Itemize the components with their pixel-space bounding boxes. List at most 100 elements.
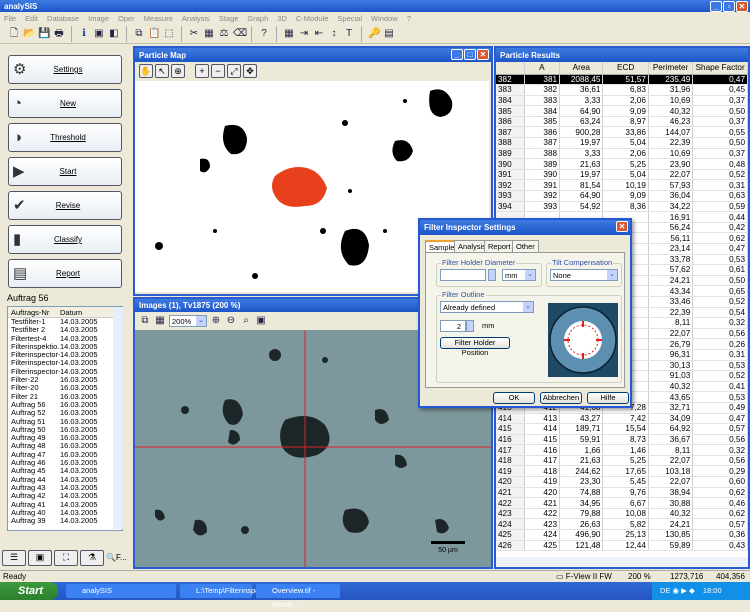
classify-button[interactable]: ▮ Classify: [8, 225, 122, 254]
zoom-fit-icon[interactable]: ⌕: [240, 315, 252, 327]
menu-item-oper[interactable]: Oper: [118, 14, 135, 23]
open-icon[interactable]: 📂: [23, 28, 35, 40]
dialog-close-button[interactable]: ✕: [616, 221, 628, 232]
outline-width-spinner[interactable]: [466, 320, 474, 332]
menu-item-analysis[interactable]: Analysis: [182, 14, 210, 23]
restore-button[interactable]: ▫: [723, 1, 735, 12]
camera-icon[interactable]: ▣: [93, 28, 105, 40]
new-button[interactable]: ◔ New: [8, 89, 122, 118]
start-button[interactable]: Start: [0, 582, 58, 600]
add-icon[interactable]: ⊕: [171, 64, 185, 78]
outline-select[interactable]: Already defined: [440, 301, 534, 313]
table-row[interactable]: 426 425 121,48 12,44 59,89 0,43: [496, 540, 748, 552]
grid-icon[interactable]: ▦: [283, 28, 295, 40]
table-row[interactable]: 423 422 79,88 10,08 40,32 0,62: [496, 508, 748, 520]
column-header-order[interactable]: Auftrags-Nr: [8, 307, 60, 317]
menu-item-database[interactable]: Database: [47, 14, 79, 23]
report-button[interactable]: ▤ Report: [8, 259, 122, 288]
menu-item-special[interactable]: Special: [337, 14, 362, 23]
report-tab-icon[interactable]: ⛶: [54, 550, 78, 566]
help-button[interactable]: Hilfe: [587, 392, 629, 404]
menu-item-edit[interactable]: Edit: [25, 14, 38, 23]
close-button[interactable]: ✕: [477, 49, 489, 60]
eraser-icon[interactable]: ⌫: [233, 28, 247, 40]
table-row[interactable]: 389 388 3,33 2,06 10,69 0,37: [496, 148, 748, 160]
table-row[interactable]: 382 381 2088,45 51,57 235,49 0,47: [496, 74, 748, 86]
zoom-in-icon[interactable]: ⊕: [210, 315, 222, 327]
select-icon[interactable]: ⬚: [163, 28, 175, 40]
paste-icon[interactable]: 📋: [148, 28, 160, 40]
holder-unit-select[interactable]: mm: [502, 269, 536, 281]
table-row[interactable]: 424 423 26,63 5,82 24,21 0,57: [496, 518, 748, 531]
column-header[interactable]: Perimeter: [648, 62, 694, 75]
list-scrollbar[interactable]: [113, 307, 123, 529]
new-file-icon[interactable]: 🗋: [8, 28, 20, 40]
table-row[interactable]: 388 387 19,97 5,04 22,39 0,50: [496, 137, 748, 149]
menu-item-window[interactable]: Window: [371, 14, 398, 23]
align-right-icon[interactable]: ⇤: [313, 28, 325, 40]
cascade-icon[interactable]: ⧉: [139, 315, 151, 327]
minimize-button[interactable]: _: [451, 49, 463, 60]
table-row[interactable]: 420 419 23,30 5,45 22,07 0,60: [496, 476, 748, 488]
menu-item-3d[interactable]: 3D: [277, 14, 287, 23]
holder-diameter-spinner[interactable]: [488, 269, 496, 281]
print-icon[interactable]: 🖶: [53, 28, 65, 40]
filter-holder-position-button[interactable]: Filter Holder Position: [440, 337, 510, 357]
task-analysis[interactable]: analySIS: [66, 584, 176, 598]
menu-item-measure[interactable]: Measure: [144, 14, 173, 23]
pointer-icon[interactable]: ↖: [155, 64, 169, 78]
close-button[interactable]: ✕: [736, 1, 748, 12]
column-header[interactable]: [496, 62, 525, 75]
table-row[interactable]: 384 383 3,33 2,06 10,69 0,37: [496, 95, 748, 107]
copy-icon[interactable]: ⧉: [133, 28, 145, 40]
table-row[interactable]: 387 386 900,28 33,86 144,07 0,55: [496, 126, 748, 139]
align-left-icon[interactable]: ⇥: [298, 28, 310, 40]
maximize-button[interactable]: □: [464, 49, 476, 60]
table-row[interactable]: 394 393 54,92 8,36 34,22 0,59: [496, 201, 748, 213]
list-item[interactable]: Auftrag 39 14.03.2005: [8, 516, 122, 525]
save-icon[interactable]: 💾: [38, 28, 50, 40]
filter-tab-icon[interactable]: ⚗: [80, 550, 104, 566]
info-icon[interactable]: ℹ: [78, 28, 90, 40]
report-tool-icon[interactable]: ▤: [383, 28, 395, 40]
task-overview[interactable]: Overview.tif - Windo...: [256, 584, 340, 609]
image-tab-icon[interactable]: ▣: [28, 550, 52, 566]
table-row[interactable]: 415 414 189,71 15,54 64,92 0,57: [496, 423, 748, 435]
column-header[interactable]: ECD: [602, 62, 649, 75]
table-row[interactable]: 392 391 81,54 10,19 57,93 0,31: [496, 179, 748, 192]
key-icon[interactable]: 🔑: [368, 28, 380, 40]
settings-button[interactable]: ⚙ Settings: [8, 55, 122, 84]
table-row[interactable]: 391 390 19,97 5,04 22,07 0,52: [496, 169, 748, 181]
column-header[interactable]: A: [524, 62, 561, 75]
filter-icon[interactable]: ▦: [203, 28, 215, 40]
live-icon[interactable]: ◧: [108, 28, 120, 40]
table-row[interactable]: 390 389 21,63 5,25 23,90 0,48: [496, 158, 748, 170]
text-icon[interactable]: T: [343, 28, 355, 40]
table-row[interactable]: 417 416 1,66 1,46 8,11 0,32: [496, 444, 748, 456]
list-view-icon[interactable]: ☰: [2, 550, 26, 566]
tab-other[interactable]: Other: [512, 240, 539, 252]
holder-diameter-input[interactable]: [440, 269, 486, 281]
menu-item-graph[interactable]: Graph: [247, 14, 268, 23]
tile-icon[interactable]: ▦: [154, 315, 166, 327]
measure-icon[interactable]: ✂: [188, 28, 200, 40]
table-row[interactable]: 383 382 36,61 6,83 31,96 0,45: [496, 84, 748, 96]
table-row[interactable]: 386 385 63,24 8,97 46,23 0,37: [496, 116, 748, 128]
height-icon[interactable]: ↕: [328, 28, 340, 40]
menu-item-file[interactable]: File: [4, 14, 16, 23]
table-row[interactable]: 425 424 496,90 25,13 130,85 0,36: [496, 529, 748, 541]
task-explorer[interactable]: L:\Temp\Filterinspect...: [180, 584, 271, 598]
zoom-out-icon[interactable]: ⊖: [225, 315, 237, 327]
column-header[interactable]: Shape Factor: [692, 62, 748, 75]
revise-button[interactable]: ✔ Revise: [8, 191, 122, 220]
table-row[interactable]: 419 418 244,62 17,65 103,18 0,29: [496, 465, 748, 478]
menu-item-cmodule[interactable]: C-Module: [296, 14, 329, 23]
menu-item-[interactable]: ?: [407, 14, 411, 23]
overview-icon[interactable]: ▣: [255, 315, 267, 327]
start-button[interactable]: ▶ Start: [8, 157, 122, 186]
pan-icon[interactable]: ✥: [243, 64, 257, 78]
menu-item-image[interactable]: Image: [88, 14, 109, 23]
hand-icon[interactable]: ✋: [139, 64, 153, 78]
fit-icon[interactable]: ⤢: [227, 64, 241, 78]
table-row[interactable]: 421 420 74,88 9,76 38,94 0,62: [496, 487, 748, 499]
